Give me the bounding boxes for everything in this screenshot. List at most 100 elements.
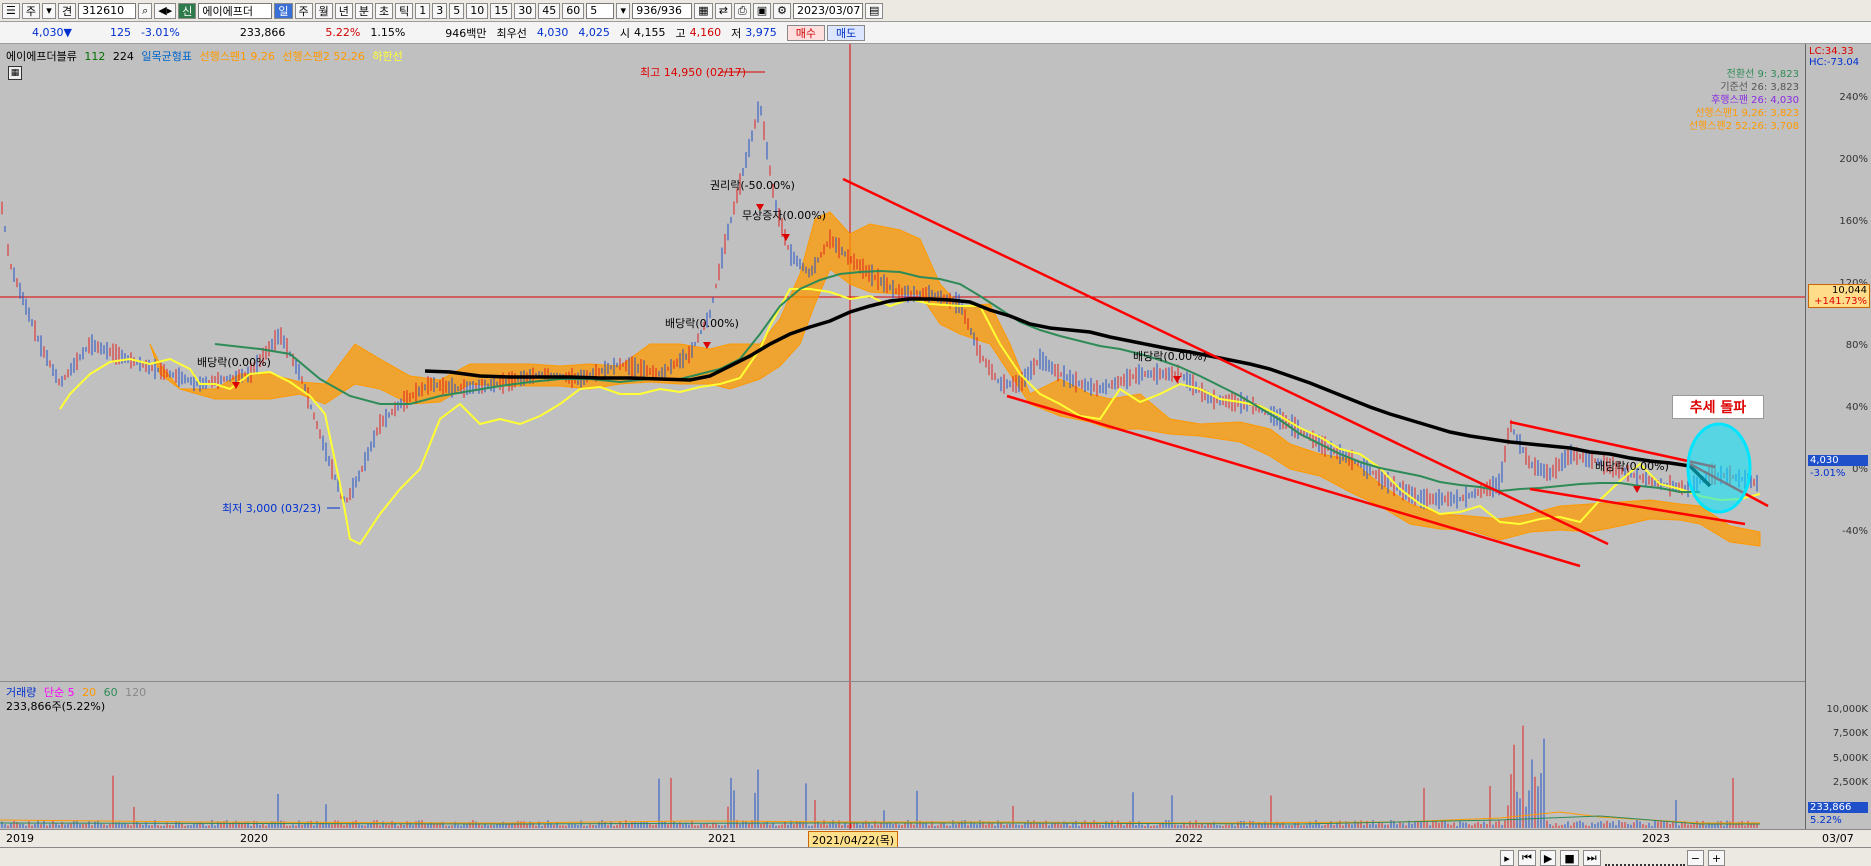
search-icon[interactable]: ⌕ [138, 2, 153, 19]
stock-name-field: 에이에프더 [198, 2, 273, 19]
open-label: 시 [619, 26, 631, 40]
price-change: 125 [109, 26, 131, 39]
stop-icon[interactable]: ■ [1560, 850, 1579, 866]
dividend-annotation-3: 배당락(0.00%) [1133, 350, 1207, 363]
volume-pct: 5.22% [325, 26, 361, 39]
stock-code-input[interactable]: 312610 [78, 2, 137, 19]
interval-5[interactable]: 5 [449, 2, 465, 19]
gear-icon[interactable]: ⚙ [773, 2, 791, 19]
volume-bars [1, 725, 1758, 828]
interval-3[interactable]: 3 [432, 2, 448, 19]
print-icon[interactable]: ⎙ [733, 2, 751, 19]
current-pct-label: -3.01% [1810, 468, 1846, 479]
chevron-down-icon[interactable]: ▾ [616, 2, 631, 19]
quote-row: 4,030▼ 125 -3.01% 233,866 5.22% 1.15% 94… [0, 22, 1871, 44]
turnover-value: 1.15% [370, 26, 406, 39]
volume-chart-panel[interactable]: 거래량 단순 5 20 60 120 233,866주(5.22%) [0, 681, 1805, 830]
dividend-annotation-2: 배당락(0.00%) [665, 317, 739, 330]
breakout-label: 추세 돌파 [1672, 395, 1764, 419]
price-chart-svg: 최고 14,950 (02/17) 최저 3,000 (03/23) 권리락(-… [0, 44, 1805, 681]
scroll-left-icon[interactable]: ▸ [1500, 850, 1514, 866]
breakout-highlight-ellipse [1686, 422, 1752, 514]
best-bid: 4,025 [578, 26, 610, 39]
rights-annotation: 권리락(-50.00%) [710, 179, 795, 192]
credit-badge[interactable]: 신 [178, 2, 197, 19]
low-annotation: 최저 3,000 (03/23) [222, 502, 321, 515]
volume-current-pct: 5.22% [1810, 815, 1842, 826]
zoom-slider[interactable] [1604, 850, 1685, 866]
sell-button[interactable]: 매도 [827, 24, 866, 41]
interval-30[interactable]: 30 [514, 2, 537, 19]
sound-icon[interactable]: ◀▸ [154, 2, 177, 19]
date-2020: 2020 [240, 832, 268, 845]
current-price-box: 4,030 [1808, 455, 1868, 466]
zoom-out-icon[interactable]: − [1686, 850, 1704, 866]
interval-10[interactable]: 10 [466, 2, 489, 19]
bonus-annotation: 무상증자(0.00%) [742, 209, 826, 222]
dividend-annotation-1: 배당락(0.00%) [197, 356, 271, 369]
vol-tick-5000k: 5,000K [1832, 753, 1868, 764]
tick-200: 200% [1839, 154, 1868, 165]
period-week[interactable]: 주 [294, 2, 313, 19]
market-select[interactable]: 주 [21, 2, 40, 19]
price-chart-panel[interactable]: 에이에프더블류 112 224 일목균형표 선행스팬1 9,26 선행스팬2 5… [0, 44, 1805, 681]
range-field: 936/936 [632, 2, 693, 19]
lc-label: LC:34.33 [1809, 46, 1854, 57]
buy-button[interactable]: 매수 [786, 24, 826, 41]
low-value: 3,975 [745, 26, 777, 39]
view-select[interactable]: 견 [58, 2, 77, 19]
period-year[interactable]: 년 [334, 2, 353, 19]
save-icon[interactable]: ▣ [752, 2, 772, 19]
date-2022: 2022 [1175, 832, 1203, 845]
period-day[interactable]: 일 [274, 2, 293, 19]
price-axis: LC:34.33 HC:-73.04 240% 200% 160% 120% 8… [1805, 44, 1871, 829]
toolbar: ☰ 주 ▾ 견 312610 ⌕ ◀▸ 신 에이에프더 일 주 월 년 분 초 … [0, 0, 1871, 22]
interval-60[interactable]: 60 [562, 2, 585, 19]
vol-tick-2500k: 2,500K [1832, 777, 1868, 788]
volume-chart-svg [0, 682, 1760, 829]
count-select[interactable]: 5 [586, 2, 615, 19]
scroll-bar[interactable]: ▸ ⏮ ▶ ■ ⏭ − + [0, 847, 1871, 866]
date-axis: 2019 2020 2021 2021/04/22(목) 2022 2023 0… [0, 829, 1871, 849]
tick-80: 80% [1845, 340, 1868, 351]
chevron-down-icon[interactable]: ▾ [42, 2, 56, 19]
interval-1[interactable]: 1 [415, 2, 431, 19]
period-minute[interactable]: 분 [354, 2, 374, 19]
date-2019: 2019 [6, 832, 34, 845]
low-label: 저 [731, 26, 742, 40]
bonus-marker [782, 234, 790, 241]
vol-tick-7500k: 7,500K [1832, 728, 1868, 739]
period-tick[interactable]: 틱 [395, 2, 414, 19]
period-second[interactable]: 초 [375, 2, 394, 19]
best-ask: 4,030 [536, 26, 569, 39]
menu-icon[interactable]: ☰ [2, 2, 20, 19]
dividend-marker-4 [1633, 486, 1641, 493]
tick-160: 160% [1839, 216, 1868, 227]
interval-15[interactable]: 15 [490, 2, 513, 19]
tick-240: 240% [1839, 92, 1868, 103]
play-icon[interactable]: ▶ [1539, 850, 1557, 866]
trendline-upper [842, 177, 1609, 546]
arrows-icon[interactable]: ⇄ [714, 2, 732, 19]
forward-icon[interactable]: ⏭ [1582, 850, 1601, 866]
date-2023: 2023 [1642, 832, 1670, 845]
tick-minus40: -40% [1842, 526, 1868, 537]
volume-current-box: 233,866 [1808, 802, 1868, 813]
high-value: 4,160 [689, 26, 722, 39]
trade-amount: 946백만 [445, 26, 487, 40]
current-price: 4,030▼ [32, 26, 72, 39]
calendar-icon[interactable]: ▤ [865, 2, 884, 19]
event-markers [232, 204, 1641, 493]
volume-ma20-line [0, 811, 1760, 824]
grid-icon[interactable]: ▦ [694, 2, 713, 19]
rewind-icon[interactable]: ⏮ [1518, 850, 1536, 866]
high-label: 고 [675, 26, 686, 40]
scroll-controls: ▸ ⏮ ▶ ■ ⏭ − + [1500, 850, 1727, 866]
price-change-pct: -3.01% [140, 26, 180, 39]
period-month[interactable]: 월 [314, 2, 333, 19]
date-2021: 2021 [708, 832, 736, 845]
crosshair-price-box: 10,044 +141.73% [1808, 284, 1870, 308]
interval-45[interactable]: 45 [538, 2, 561, 19]
date-input[interactable]: 2023/03/07 [793, 2, 863, 19]
zoom-in-icon[interactable]: + [1707, 850, 1726, 866]
